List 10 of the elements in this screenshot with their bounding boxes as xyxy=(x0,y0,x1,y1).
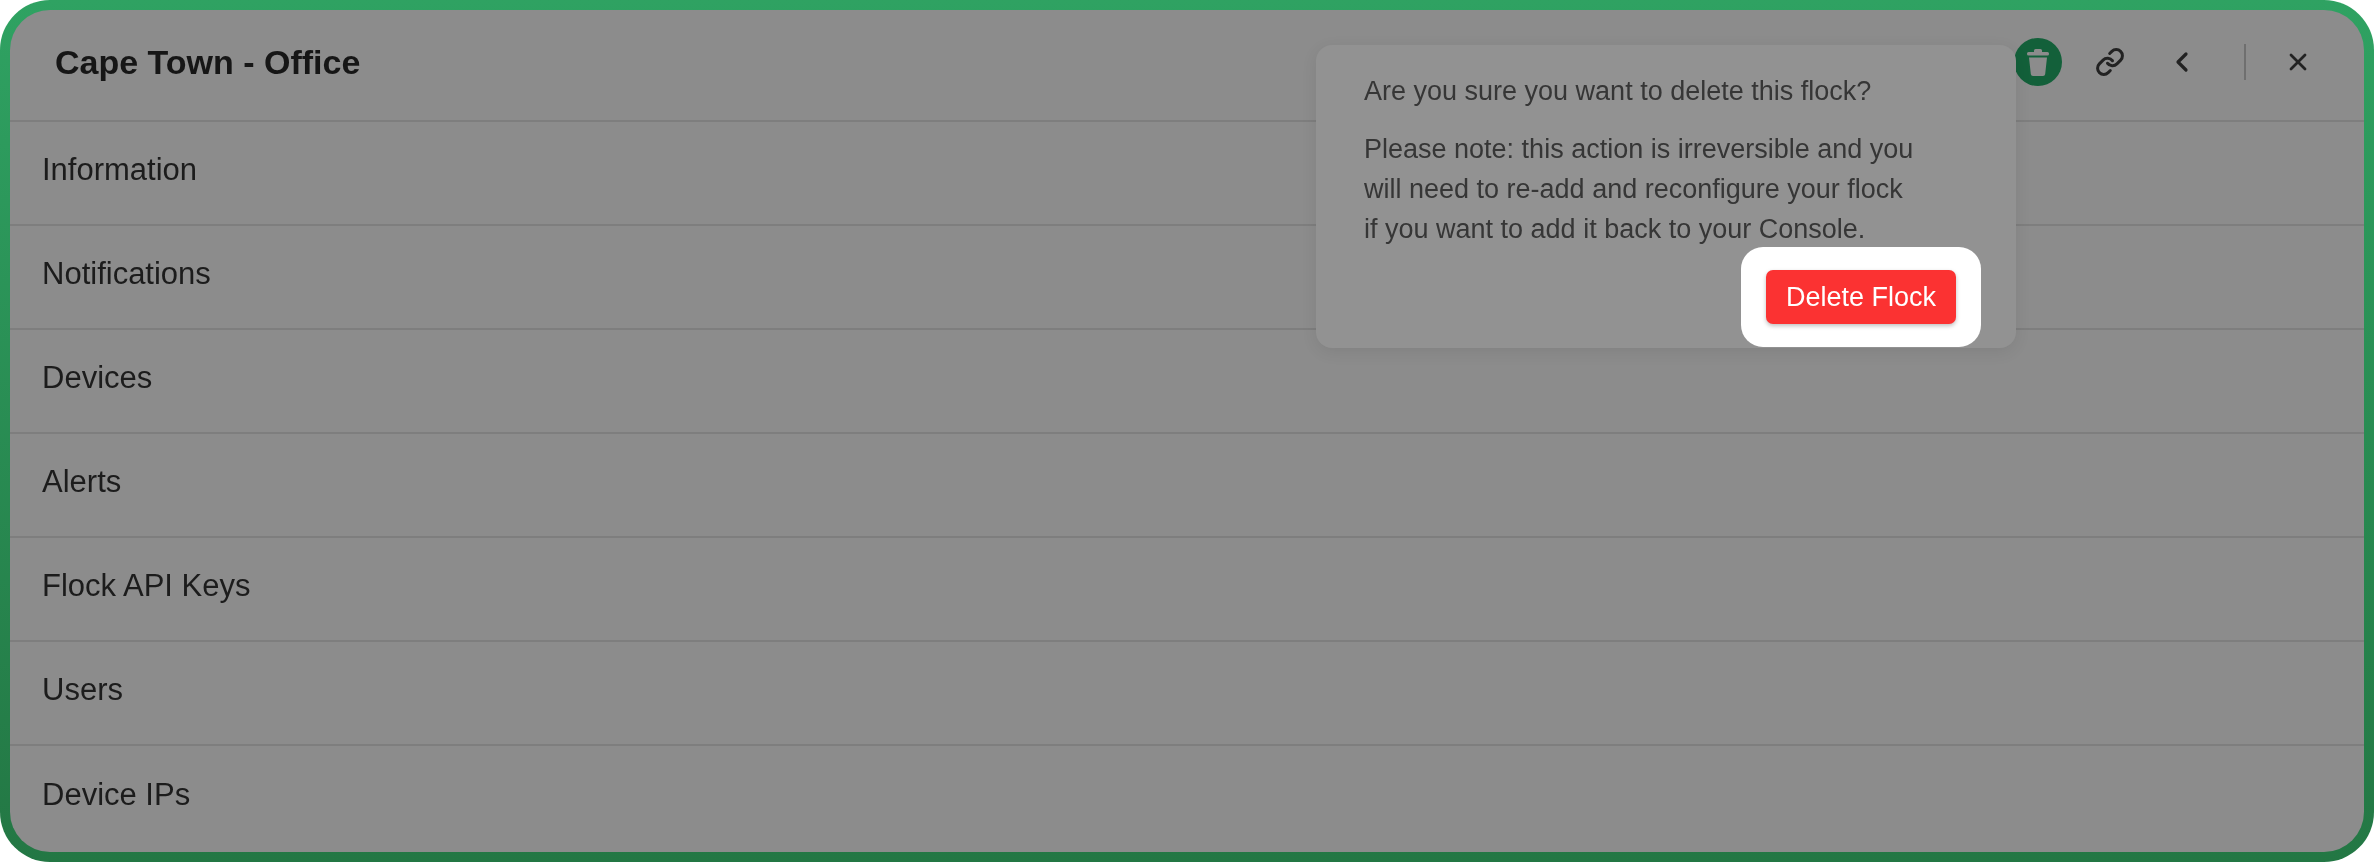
menu-item[interactable]: Device IPs xyxy=(10,746,2364,850)
delete-flock-button[interactable]: Delete Flock xyxy=(1765,270,1956,324)
confirm-question: Are you sure you want to delete this flock? xyxy=(1364,75,1873,108)
panel-title: Cape Town - Office xyxy=(55,42,361,82)
menu-item[interactable]: Users xyxy=(10,642,2364,746)
link-icon xyxy=(2095,47,2125,77)
trash-icon xyxy=(2027,48,2049,76)
menu-item[interactable]: Flock API Keys xyxy=(10,538,2364,642)
delete-button[interactable] xyxy=(2014,38,2062,86)
menu-item[interactable]: Alerts xyxy=(10,434,2364,538)
